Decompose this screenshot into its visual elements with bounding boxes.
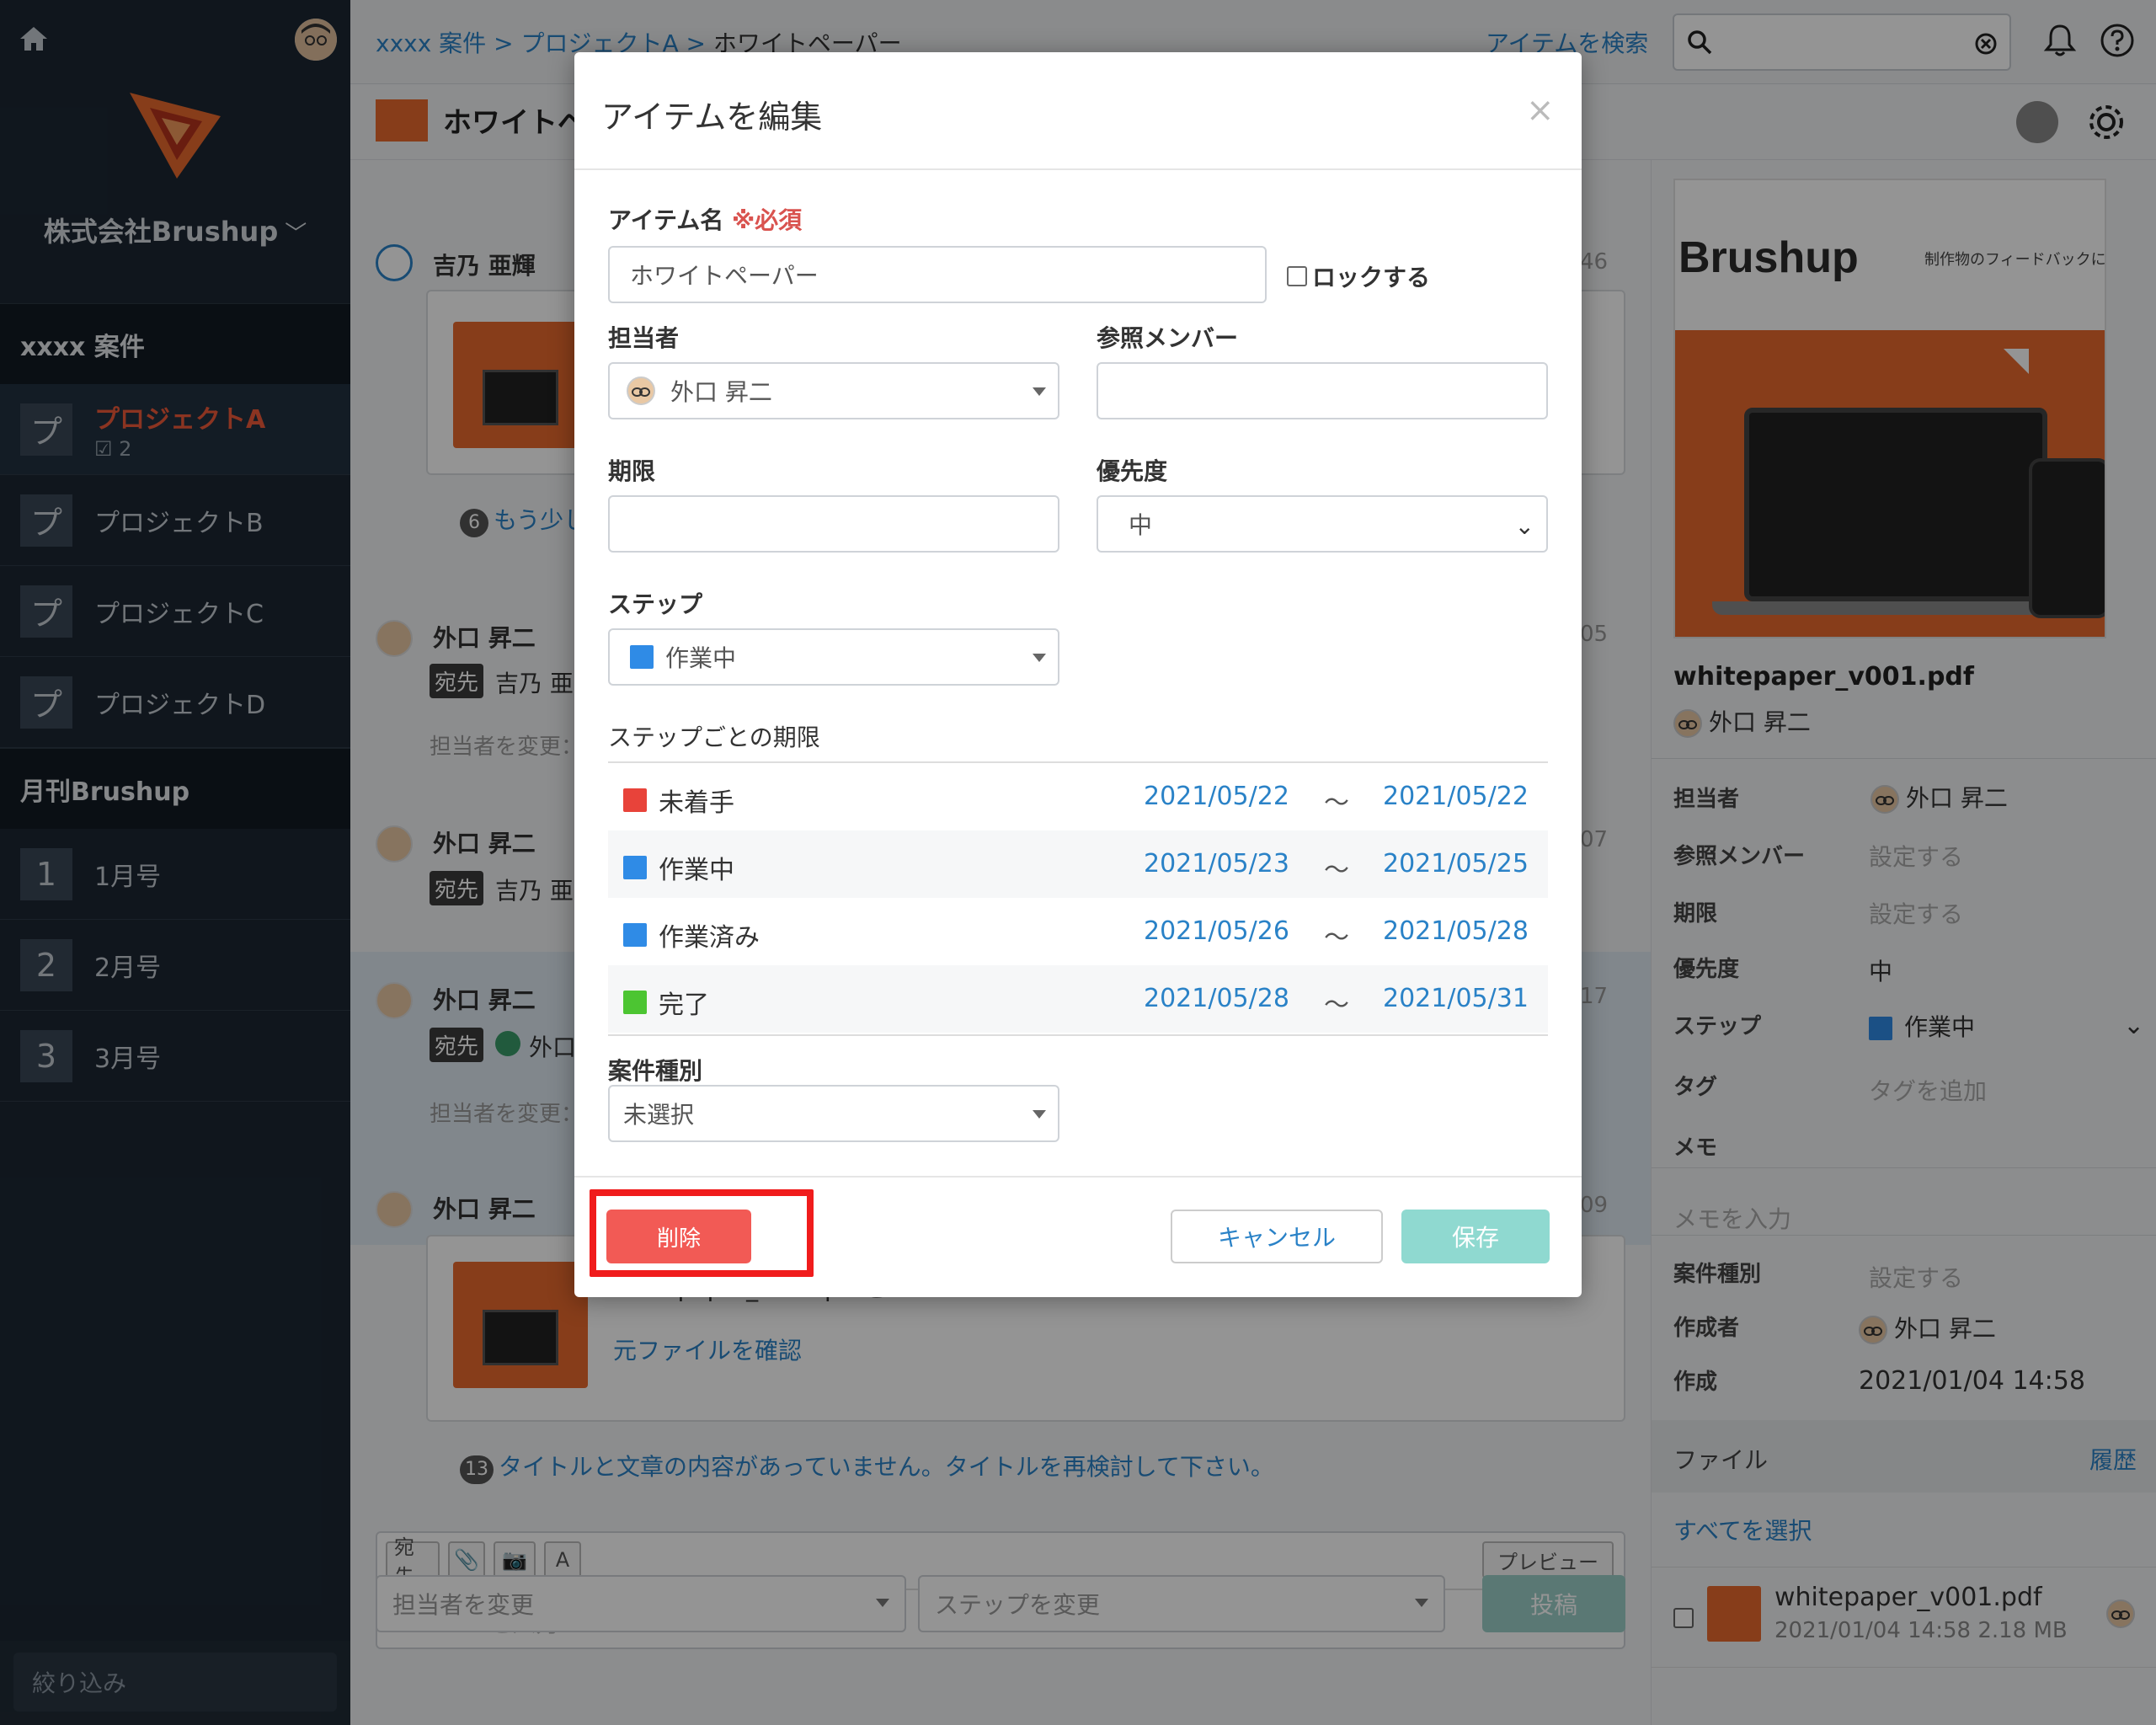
priority-select[interactable]: 中 ⌄ bbox=[1097, 495, 1548, 553]
assignee-label: 担当者 bbox=[608, 324, 680, 352]
assignee-select[interactable]: 外口 昇二 bbox=[608, 362, 1059, 419]
chevron-down-icon bbox=[1033, 1110, 1046, 1119]
step-row: 作業済み 2021/05/26 〜 2021/05/28 bbox=[608, 898, 1548, 965]
deadline-label: 期限 bbox=[608, 457, 656, 485]
step-start-date[interactable]: 2021/05/28 bbox=[1144, 984, 1289, 1013]
lock-label: ロックする bbox=[1312, 264, 1431, 291]
delete-button[interactable]: 削除 bbox=[606, 1210, 751, 1263]
priority-select-value: 中 bbox=[1129, 511, 1153, 539]
step-end-date[interactable]: 2021/05/28 bbox=[1383, 916, 1529, 946]
required-mark: ※必須 bbox=[731, 206, 803, 234]
chevron-down-icon: ⌄ bbox=[1514, 512, 1534, 540]
step-color-swatch bbox=[623, 788, 647, 812]
save-button[interactable]: 保存 bbox=[1401, 1210, 1550, 1263]
chevron-down-icon bbox=[1033, 654, 1046, 662]
case-type-select[interactable]: 未選択 bbox=[608, 1085, 1059, 1142]
step-color-swatch bbox=[630, 645, 654, 669]
step-select[interactable]: 作業中 bbox=[608, 628, 1059, 686]
priority-label: 優先度 bbox=[1097, 457, 1168, 485]
modal-title: アイテムを編集 bbox=[601, 99, 823, 136]
range-separator: 〜 bbox=[1324, 923, 1349, 953]
step-label: ステップ bbox=[608, 590, 703, 618]
step-color-swatch bbox=[623, 856, 647, 879]
step-name: 作業中 bbox=[623, 849, 734, 886]
members-label: 参照メンバー bbox=[1097, 324, 1239, 352]
deadline-input[interactable] bbox=[608, 495, 1059, 553]
modal-header: アイテムを編集 × bbox=[574, 52, 1582, 170]
edit-item-modal: アイテムを編集 × アイテム名 ※必須 ホワイトペーパー ロックする 担当者 外… bbox=[574, 52, 1582, 1297]
assignee-select-value: 外口 昇二 bbox=[670, 378, 772, 406]
step-deadline-label: ステップごとの期限 bbox=[608, 724, 820, 751]
item-name-label-text: アイテム名 bbox=[608, 206, 724, 234]
step-name: 作業済み bbox=[623, 916, 760, 953]
step-name-text: 未着手 bbox=[659, 788, 734, 818]
close-icon[interactable]: × bbox=[1526, 91, 1555, 130]
step-name-text: 作業済み bbox=[659, 923, 760, 953]
step-row: 作業中 2021/05/23 〜 2021/05/25 bbox=[608, 830, 1548, 898]
step-color-swatch bbox=[623, 991, 647, 1014]
step-color-swatch bbox=[623, 923, 647, 947]
case-type-label: 案件種別 bbox=[608, 1057, 703, 1085]
step-end-date[interactable]: 2021/05/22 bbox=[1383, 782, 1529, 811]
step-row: 完了 2021/05/28 〜 2021/05/31 bbox=[608, 965, 1548, 1033]
step-deadline-table: 未着手 2021/05/22 〜 2021/05/22 作業中 2021/05/… bbox=[608, 761, 1548, 1036]
lock-checkbox-box[interactable] bbox=[1287, 266, 1307, 286]
step-select-value: 作業中 bbox=[665, 644, 737, 672]
step-name: 完了 bbox=[623, 984, 709, 1021]
chevron-down-icon bbox=[1033, 387, 1046, 396]
step-name-text: 完了 bbox=[659, 991, 709, 1020]
case-type-select-value: 未選択 bbox=[623, 1101, 695, 1129]
step-end-date[interactable]: 2021/05/25 bbox=[1383, 849, 1529, 879]
modal-footer: 削除 キャンセル 保存 bbox=[574, 1176, 1582, 1297]
range-separator: 〜 bbox=[1324, 788, 1349, 818]
step-name: 未着手 bbox=[623, 782, 734, 819]
item-name-label: アイテム名 ※必須 bbox=[608, 202, 802, 236]
range-separator: 〜 bbox=[1324, 856, 1349, 885]
step-end-date[interactable]: 2021/05/31 bbox=[1383, 984, 1529, 1013]
cancel-button[interactable]: キャンセル bbox=[1171, 1210, 1383, 1263]
step-start-date[interactable]: 2021/05/23 bbox=[1144, 849, 1289, 879]
item-name-input[interactable]: ホワイトペーパー bbox=[608, 246, 1267, 303]
lock-checkbox[interactable]: ロックする bbox=[1287, 259, 1430, 293]
range-separator: 〜 bbox=[1324, 991, 1349, 1020]
step-start-date[interactable]: 2021/05/22 bbox=[1144, 782, 1289, 811]
avatar bbox=[627, 377, 655, 405]
step-name-text: 作業中 bbox=[659, 856, 734, 885]
members-input[interactable] bbox=[1097, 362, 1548, 419]
step-row: 未着手 2021/05/22 〜 2021/05/22 bbox=[608, 763, 1548, 830]
step-start-date[interactable]: 2021/05/26 bbox=[1144, 916, 1289, 946]
